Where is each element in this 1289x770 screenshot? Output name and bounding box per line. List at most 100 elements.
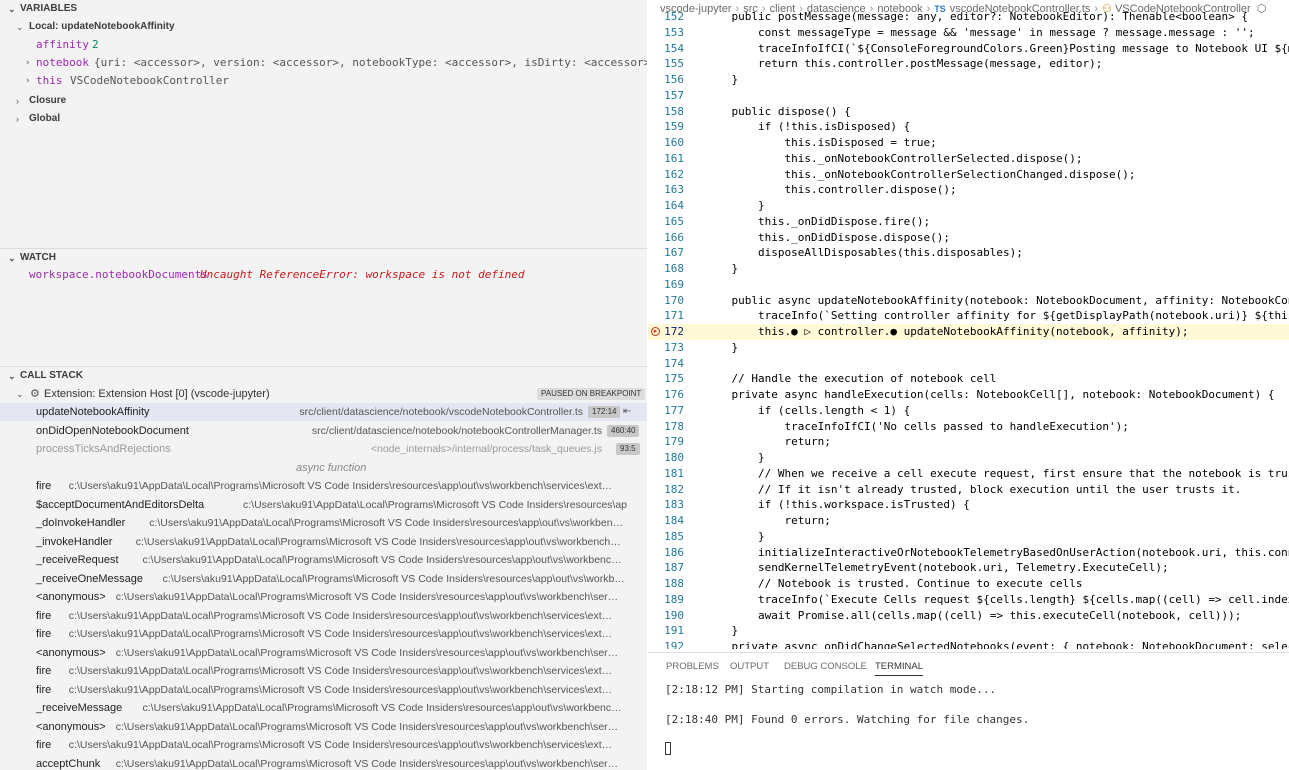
code-line[interactable]: 182 // If it isn't already trusted, bloc… [648,482,1289,498]
line-number[interactable]: 155 [648,56,684,72]
line-number[interactable]: 183 [648,497,684,513]
call-stack-frame[interactable]: updateNotebookAffinity src/client/datasci… [0,403,647,421]
call-stack-frame[interactable]: <anonymous> c:\Users\aku91\AppData\Local\… [0,644,647,662]
call-stack-thread[interactable]: ⌄ ⚙ Extension: Extension Host [0] (vscod… [0,385,647,403]
line-number[interactable]: 167 [648,245,684,261]
tab-terminal[interactable]: TERMINAL [875,659,924,676]
line-number[interactable]: 175 [648,371,684,387]
call-stack-frame[interactable]: onDidOpenNotebookDocument src/client/data… [0,422,647,440]
call-stack-frame[interactable]: <anonymous> c:\Users\aku91\AppData\Local\… [0,588,647,606]
tab-output[interactable]: OUTPUT [730,659,769,675]
line-number[interactable]: 181 [648,466,684,482]
line-number[interactable]: 152 [648,9,684,25]
code-line[interactable]: 187 sendKernelTelemetryEvent(notebook.ur… [648,560,1289,576]
code-line[interactable]: 188 // Notebook is trusted. Continue to … [648,576,1289,592]
code-line[interactable]: 181 // When we receive a cell execute re… [648,466,1289,482]
line-number[interactable]: 163 [648,182,684,198]
call-stack-frame[interactable]: async function [0,459,647,477]
line-number[interactable]: 158 [648,104,684,120]
code-line[interactable]: 189 traceInfo(`Execute Cells request ${c… [648,592,1289,608]
call-stack-frame[interactable]: fire c:\Users\aku91\AppData\Local\Program… [0,736,647,754]
breakpoint-current-icon[interactable]: ▸ [651,327,660,336]
code-line[interactable]: 177 if (cells.length < 1) { [648,403,1289,419]
code-line[interactable]: 178 traceInfoIfCI('No cells passed to ha… [648,419,1289,435]
line-number[interactable]: 188 [648,576,684,592]
line-number[interactable]: 190 [648,608,684,624]
line-number[interactable]: 159 [648,119,684,135]
code-editor[interactable]: 152 public postMessage(message: any, edi… [648,9,1289,649]
restart-frame-icon[interactable]: ⇤ [623,403,631,421]
code-line[interactable]: 185 } [648,529,1289,545]
line-number[interactable]: 179 [648,434,684,450]
code-line[interactable]: 172 this.● ▷ controller.● updateNotebook… [648,324,1289,340]
line-number[interactable]: 184 [648,513,684,529]
code-line[interactable]: 174 [648,356,1289,372]
line-number[interactable]: 166 [648,230,684,246]
code-line[interactable]: 161 this._onNotebookControllerSelected.d… [648,151,1289,167]
line-number[interactable]: 168 [648,261,684,277]
scope-closure[interactable]: › Closure [0,92,647,110]
call-stack-frame[interactable]: fire c:\Users\aku91\AppData\Local\Program… [0,607,647,625]
call-stack-frame[interactable]: fire c:\Users\aku91\AppData\Local\Program… [0,477,647,495]
code-line[interactable]: 154 traceInfoIfCI(`${ConsoleForegroundCo… [648,41,1289,57]
call-stack-frame[interactable]: _invokeHandler c:\Users\aku91\AppData\Loc… [0,533,647,551]
code-line[interactable]: 186 initializeInteractiveOrNotebookTelem… [648,545,1289,561]
code-line[interactable]: 166 this._onDidDispose.dispose(); [648,230,1289,246]
call-stack-section-header[interactable]: ⌄ CALL STACK [0,367,647,385]
code-line[interactable]: 152 public postMessage(message: any, edi… [648,9,1289,25]
code-line[interactable]: 190 await Promise.all(cells.map((cell) =… [648,608,1289,624]
line-number[interactable]: 182 [648,482,684,498]
code-line[interactable]: 157 [648,88,1289,104]
line-number[interactable]: 153 [648,25,684,41]
line-number[interactable]: 154 [648,41,684,57]
code-line[interactable]: 167 disposeAllDisposables(this.disposabl… [648,245,1289,261]
call-stack-frame[interactable]: processTicksAndRejections <node_internals… [0,440,647,458]
line-number[interactable]: 178 [648,419,684,435]
call-stack-frame[interactable]: _receiveOneMessage c:\Users\aku91\AppData… [0,570,647,588]
code-line[interactable]: 170 public async updateNotebookAffinity(… [648,293,1289,309]
variable-this[interactable]: › this VSCodeNotebookController [0,72,647,90]
line-number[interactable]: 177 [648,403,684,419]
line-number[interactable]: 171 [648,308,684,324]
call-stack-frame[interactable]: acceptChunk c:\Users\aku91\AppData\Local\… [0,755,647,770]
line-number[interactable]: 187 [648,560,684,576]
line-number[interactable]: 174 [648,356,684,372]
line-number[interactable]: 186 [648,545,684,561]
call-stack-frame[interactable]: _receiveRequest c:\Users\aku91\AppData\Lo… [0,551,647,569]
code-line[interactable]: 173 } [648,340,1289,356]
code-line[interactable]: 175 // Handle the execution of notebook … [648,371,1289,387]
code-line[interactable]: 158 public dispose() { [648,104,1289,120]
code-line[interactable]: 163 this.controller.dispose(); [648,182,1289,198]
variable-affinity[interactable]: affinity 2 [0,36,647,54]
call-stack-frame[interactable]: fire c:\Users\aku91\AppData\Local\Program… [0,681,647,699]
code-line[interactable]: 164 } [648,198,1289,214]
line-number[interactable]: 176 [648,387,684,403]
code-line[interactable]: 169 [648,277,1289,293]
code-line[interactable]: 153 const messageType = message && 'mess… [648,25,1289,41]
watch-section-header[interactable]: ⌄ WATCH [0,249,647,267]
code-line[interactable]: 192 private async onDidChangeSelectedNot… [648,639,1289,649]
code-line[interactable]: 176 private async handleExecution(cells:… [648,387,1289,403]
call-stack-frame[interactable]: _receiveMessage c:\Users\aku91\AppData\Lo… [0,699,647,717]
tab-problems[interactable]: PROBLEMS [666,659,719,675]
tab-debug-console[interactable]: DEBUG CONSOLE [784,659,867,675]
line-number[interactable]: 162 [648,167,684,183]
terminal-cursor[interactable] [665,742,671,755]
code-line[interactable]: 183 if (!this.workspace.isTrusted) { [648,497,1289,513]
code-line[interactable]: 179 return; [648,434,1289,450]
call-stack-frame[interactable]: fire c:\Users\aku91\AppData\Local\Program… [0,625,647,643]
code-line[interactable]: 155 return this.controller.postMessage(m… [648,56,1289,72]
line-number[interactable]: 160 [648,135,684,151]
call-stack-frame[interactable]: _doInvokeHandler c:\Users\aku91\AppData\L… [0,514,647,532]
code-line[interactable]: 168 } [648,261,1289,277]
code-line[interactable]: 191 } [648,623,1289,639]
code-line[interactable]: 184 return; [648,513,1289,529]
line-number[interactable]: 173 [648,340,684,356]
line-number[interactable]: 170 [648,293,684,309]
line-number[interactable]: 156 [648,72,684,88]
watch-expression-row[interactable]: workspace.notebookDocuments Uncaught Ref… [0,266,647,284]
line-number[interactable]: 185 [648,529,684,545]
code-line[interactable]: 160 this.isDisposed = true; [648,135,1289,151]
line-number[interactable]: 169 [648,277,684,293]
line-number[interactable]: 189 [648,592,684,608]
